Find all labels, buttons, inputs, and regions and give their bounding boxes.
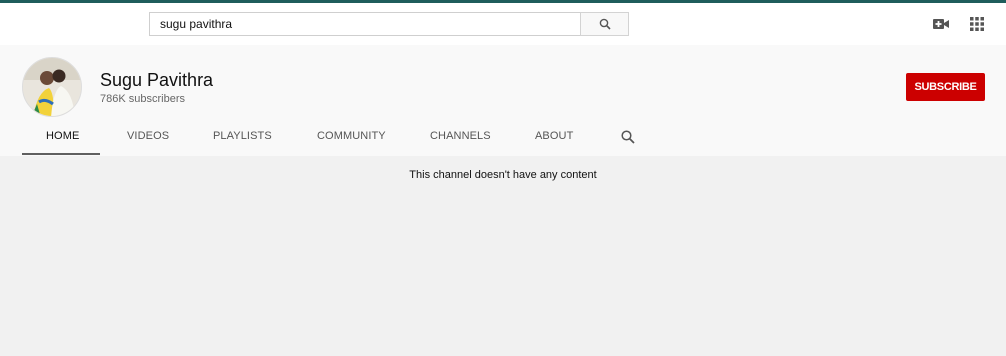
avatar-photo	[23, 58, 81, 116]
search-input[interactable]	[149, 12, 581, 36]
channel-header: Sugu Pavithra 786K subscribers SUBSCRIBE…	[0, 45, 1006, 156]
channel-search-icon[interactable]	[621, 130, 635, 144]
active-tab-indicator	[22, 153, 100, 155]
tab-channels[interactable]: CHANNELS	[430, 130, 491, 142]
subscriber-count: 786K subscribers	[100, 93, 185, 105]
apps-grid-icon[interactable]	[970, 17, 984, 31]
search-icon	[599, 18, 611, 30]
tab-about[interactable]: ABOUT	[535, 130, 573, 142]
tab-playlists[interactable]: PLAYLISTS	[213, 130, 272, 142]
channel-name: Sugu Pavithra	[100, 70, 214, 90]
channel-content: This channel doesn't have any content	[0, 156, 1006, 356]
video-camera-icon[interactable]	[933, 18, 949, 30]
subscribe-button[interactable]: SUBSCRIBE	[906, 73, 985, 101]
search-button[interactable]	[580, 12, 629, 36]
avatar[interactable]	[22, 57, 82, 117]
tab-videos[interactable]: VIDEOS	[127, 130, 169, 142]
tab-community[interactable]: COMMUNITY	[317, 130, 386, 142]
empty-content-message: This channel doesn't have any content	[409, 169, 597, 181]
tab-home[interactable]: HOME	[46, 130, 79, 142]
masthead	[0, 3, 1006, 45]
